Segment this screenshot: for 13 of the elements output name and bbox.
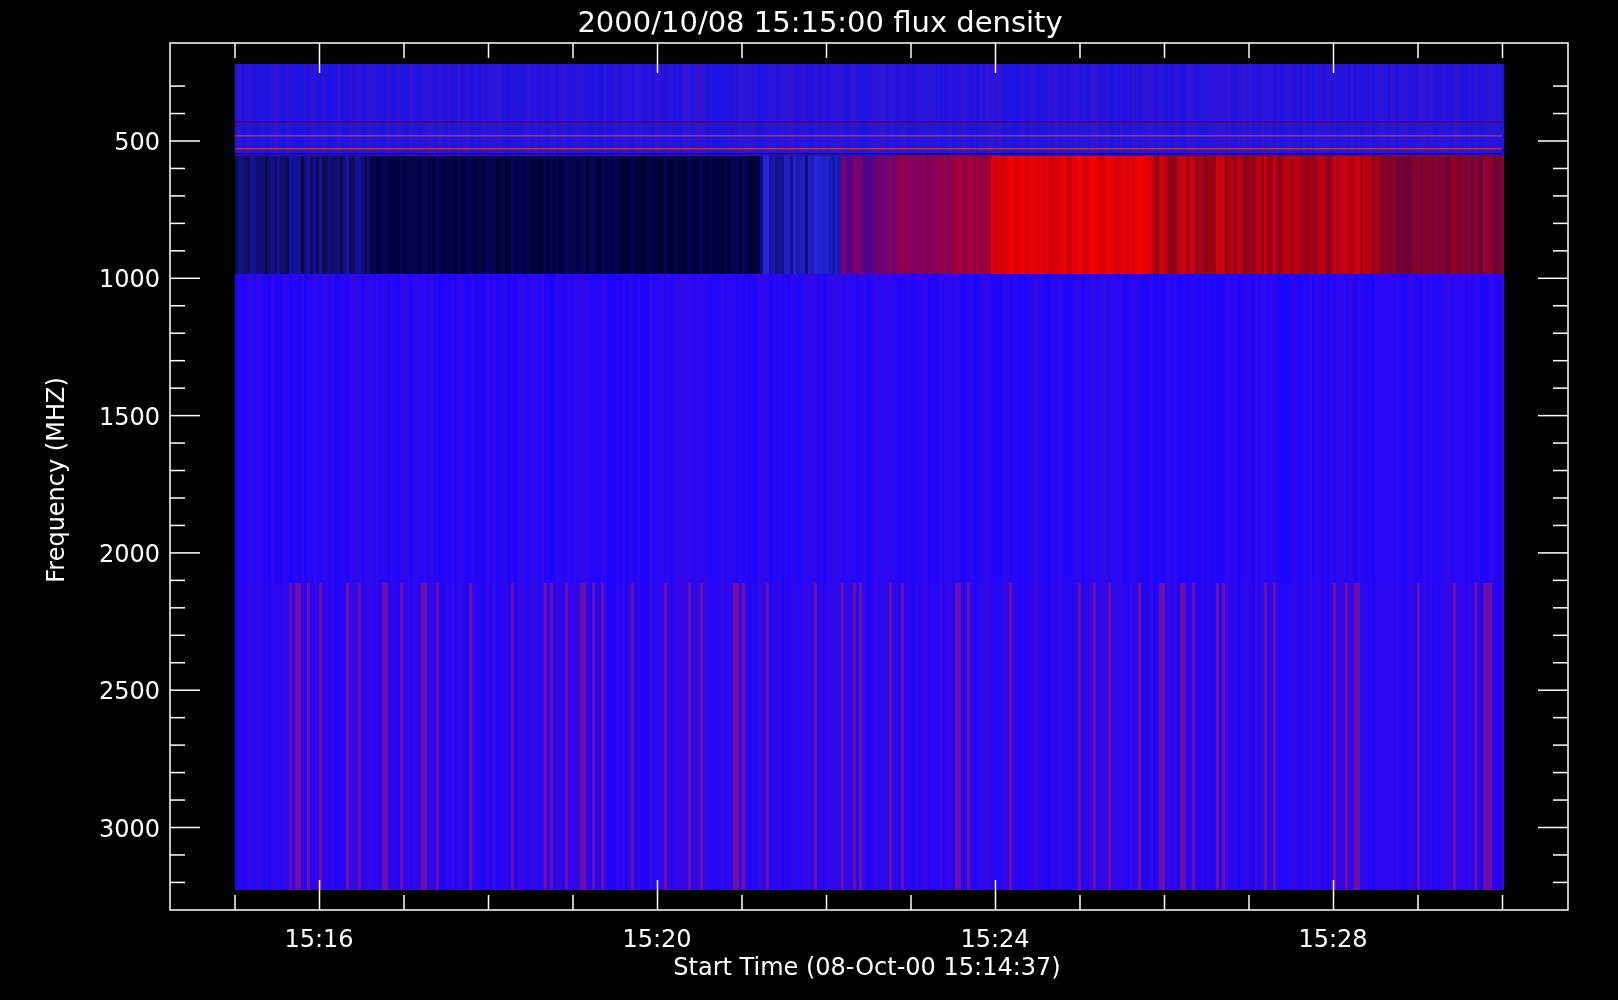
y-tick-label: 1500	[98, 402, 160, 431]
y-tick-label: 3000	[98, 814, 160, 843]
x-tick-label: 15:24	[960, 925, 1030, 953]
x-axis-label: Start Time (08-Oct-00 15:14:37)	[673, 953, 1061, 981]
y-axis-label: Frequency (MHZ)	[42, 377, 70, 583]
y-tick-label: 2500	[98, 677, 160, 706]
y-tick-label: 500	[114, 128, 160, 156]
y-tick-label: 2000	[98, 539, 160, 568]
x-tick-label: 15:28	[1298, 925, 1368, 953]
y-tick-label: 1000	[98, 265, 160, 294]
chart-title: 2000/10/08 15:15:00 flux density	[577, 5, 1063, 39]
x-tick-label: 15:16	[284, 925, 354, 953]
x-tick-label: 15:20	[622, 925, 692, 953]
